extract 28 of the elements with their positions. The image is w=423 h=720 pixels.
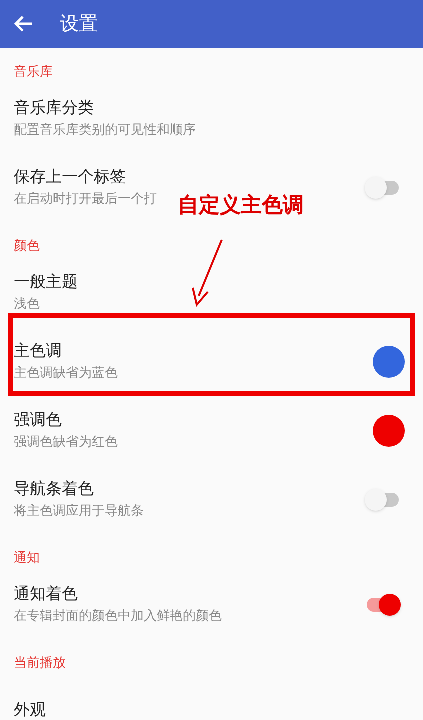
setting-subtitle: 主色调缺省为蓝色	[14, 364, 118, 382]
toggle-switch[interactable]	[365, 176, 401, 198]
setting-title: 主色调	[14, 340, 62, 362]
color-swatch[interactable]	[373, 346, 405, 378]
screen-title: 设置	[60, 12, 98, 37]
setting-subtitle: 配置音乐库类别的可见性和顺序	[14, 122, 196, 140]
setting-title: 音乐库分类	[14, 96, 94, 118]
setting-title: 导航条着色	[14, 478, 94, 500]
section-header: 颜色	[14, 238, 40, 256]
setting-subtitle: 强调色缺省为红色	[14, 434, 118, 452]
color-swatch[interactable]	[373, 414, 405, 446]
annotation-arrow	[190, 238, 226, 308]
setting-subtitle: 在专辑封面的颜色中加入鲜艳的颜色	[14, 608, 222, 626]
setting-subtitle: 在启动时打开最后一个打	[14, 190, 157, 208]
setting-title: 外观	[14, 698, 46, 720]
toggle-switch[interactable]	[365, 594, 401, 616]
section-header: 通知	[14, 550, 40, 568]
setting-subtitle: 浅色	[14, 296, 40, 314]
section-header: 当前播放	[14, 654, 66, 672]
toggle-switch[interactable]	[365, 488, 401, 510]
annotation-label: 自定义主色调	[178, 192, 304, 219]
setting-title: 强调色	[14, 408, 62, 430]
setting-subtitle: 将主色调应用于导航条	[14, 502, 144, 520]
setting-title: 保存上一个标签	[14, 166, 126, 188]
back-arrow-icon[interactable]	[14, 14, 34, 34]
setting-title: 通知着色	[14, 582, 78, 604]
section-header: 音乐库	[14, 64, 53, 82]
setting-title: 一般主题	[14, 270, 78, 292]
